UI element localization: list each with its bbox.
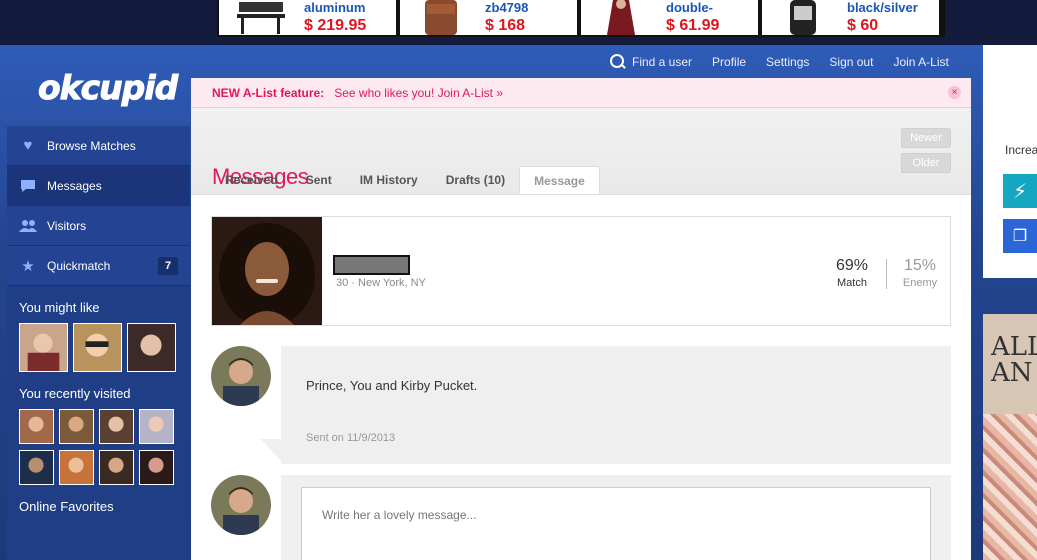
- sidebar-item-label: Messages: [47, 178, 102, 193]
- okcupid-logo[interactable]: okcupid: [37, 68, 178, 108]
- settings-link[interactable]: Settings: [766, 55, 809, 69]
- profile-thumbnail[interactable]: [99, 450, 134, 485]
- ad-strip[interactable]: aluminum $ 219.95 zb4798 $ 168 double- $…: [217, 0, 945, 37]
- watch-icon: [790, 0, 816, 35]
- newer-button[interactable]: Newer: [901, 128, 951, 148]
- message-bubble-tail: [261, 439, 281, 461]
- profile-thumbnail[interactable]: [73, 323, 122, 372]
- ad-name: aluminum: [304, 0, 366, 15]
- enemy-label: Enemy: [902, 277, 938, 289]
- profile-photo[interactable]: [212, 217, 322, 325]
- join-alist-link[interactable]: Join A-List: [893, 55, 948, 69]
- tab-drafts[interactable]: Drafts (10): [432, 166, 519, 194]
- sidebar-item-label: Browse Matches: [47, 138, 136, 153]
- match-label: Match: [837, 277, 867, 289]
- right-panel-text: Increa: [1005, 143, 1037, 157]
- match-percent: 69%: [835, 257, 869, 274]
- tab-message[interactable]: Message: [519, 166, 600, 194]
- find-user-link[interactable]: Find a user: [610, 54, 692, 70]
- sidebar-item-browse-matches[interactable]: ♥ Browse Matches: [7, 126, 190, 166]
- profile-thumbnail[interactable]: [19, 323, 68, 372]
- sidebar-item-quickmatch[interactable]: ★ Quickmatch 7: [7, 246, 190, 286]
- ad-price: $ 60: [847, 17, 879, 34]
- ad-item[interactable]: aluminum $ 219.95: [219, 0, 396, 35]
- ad-price: $ 168: [485, 17, 526, 34]
- profile-thumbnail[interactable]: [59, 450, 94, 485]
- sidebar: ♥ Browse Matches Messages Visitors ★ Qui…: [7, 126, 190, 560]
- message-text: Prince, You and Kirby Pucket.: [306, 378, 478, 393]
- copy-button[interactable]: ❐: [1003, 219, 1037, 253]
- copy-icon: ❐: [1012, 228, 1028, 245]
- ad-name: double-: [666, 0, 713, 15]
- sign-out-link[interactable]: Sign out: [829, 55, 873, 69]
- right-ad-pattern: [983, 414, 1037, 560]
- reply-textarea[interactable]: [301, 487, 931, 560]
- alist-feature-link[interactable]: See who likes you! Join A-List »: [334, 86, 503, 100]
- message-content: 30 · New York, NY 69% Match 15% Enemy Pr…: [191, 195, 971, 560]
- lightning-icon: ⚡: [1012, 180, 1028, 203]
- messages-panel: NEW A-List feature: See who likes you! J…: [191, 78, 971, 560]
- profile-card[interactable]: 30 · New York, NY 69% Match 15% Enemy: [211, 216, 951, 326]
- ad-item[interactable]: zb4798 $ 168: [400, 0, 577, 35]
- reply-container: [281, 475, 951, 560]
- sender-avatar[interactable]: [211, 346, 271, 406]
- recently-visited-thumbs-row2: [7, 450, 190, 485]
- recently-visited-thumbs-row1: [7, 409, 190, 444]
- tab-im-history[interactable]: IM History: [346, 166, 432, 194]
- quickmatch-count-badge: 7: [158, 257, 178, 275]
- sidebar-item-label: Quickmatch: [47, 258, 111, 273]
- profile-meta: 30 · New York, NY: [336, 277, 426, 289]
- profile-thumbnail[interactable]: [19, 409, 54, 444]
- close-icon[interactable]: ×: [948, 86, 961, 99]
- might-like-thumbs: [7, 323, 190, 372]
- profile-thumbnail[interactable]: [139, 409, 174, 444]
- online-favorites-heading: Online Favorites: [19, 499, 114, 514]
- message-tabs: Received Sent IM History Drafts (10) Mes…: [211, 166, 600, 194]
- star-icon: ★: [21, 257, 35, 275]
- message-bubble: Prince, You and Kirby Pucket. Sent on 11…: [281, 346, 951, 464]
- right-side-ad[interactable]: ALL AN: [983, 314, 1037, 560]
- ad-price: $ 61.99: [666, 17, 720, 34]
- find-user-label: Find a user: [632, 55, 693, 69]
- profile-link[interactable]: Profile: [712, 55, 746, 69]
- chat-icon: [19, 178, 37, 194]
- heart-icon: ♥: [23, 137, 33, 154]
- ad-item[interactable]: black/silver $ 60: [762, 0, 939, 35]
- score-divider: [886, 259, 887, 289]
- ad-name: black/silver: [847, 0, 918, 15]
- right-ad-text: ALL AN: [991, 332, 1037, 388]
- enemy-score: 15% Enemy: [890, 257, 950, 289]
- my-avatar[interactable]: [211, 475, 271, 535]
- tab-received[interactable]: Received: [211, 166, 292, 194]
- tab-sent[interactable]: Sent: [292, 166, 346, 194]
- message-date: Sent on 11/9/2013: [306, 432, 396, 444]
- bench-icon: [237, 2, 285, 34]
- redacted-username: [333, 255, 410, 275]
- alist-feature-label: NEW A-List feature:: [212, 85, 325, 100]
- coat-icon: [607, 0, 635, 35]
- people-icon: [19, 218, 37, 234]
- profile-thumbnail[interactable]: [19, 450, 54, 485]
- sidebar-item-visitors[interactable]: Visitors: [7, 206, 190, 246]
- recently-visited-heading: You recently visited: [19, 386, 131, 401]
- profile-thumbnail[interactable]: [99, 409, 134, 444]
- alist-promo-bar: NEW A-List feature: See who likes you! J…: [191, 78, 971, 108]
- profile-thumbnail[interactable]: [127, 323, 176, 372]
- profile-thumbnail[interactable]: [139, 450, 174, 485]
- ad-name: zb4798: [485, 0, 529, 15]
- older-button[interactable]: Older: [901, 153, 951, 173]
- might-like-heading: You might like: [19, 300, 100, 315]
- match-score: 69% Match: [822, 257, 882, 289]
- messages-header: Messages Newer Older Received Sent IM Hi…: [191, 108, 971, 195]
- top-navigation: Find a user Profile Settings Sign out Jo…: [610, 54, 949, 70]
- ad-price: $ 219.95: [304, 17, 367, 34]
- lightning-button[interactable]: ⚡: [1003, 174, 1037, 208]
- sidebar-item-messages[interactable]: Messages: [7, 166, 190, 206]
- bag-icon: [425, 0, 457, 35]
- enemy-percent: 15%: [903, 257, 937, 274]
- ad-item[interactable]: double- $ 61.99: [581, 0, 758, 35]
- search-icon: [610, 54, 626, 70]
- profile-thumbnail[interactable]: [59, 409, 94, 444]
- sidebar-item-label: Visitors: [47, 218, 87, 233]
